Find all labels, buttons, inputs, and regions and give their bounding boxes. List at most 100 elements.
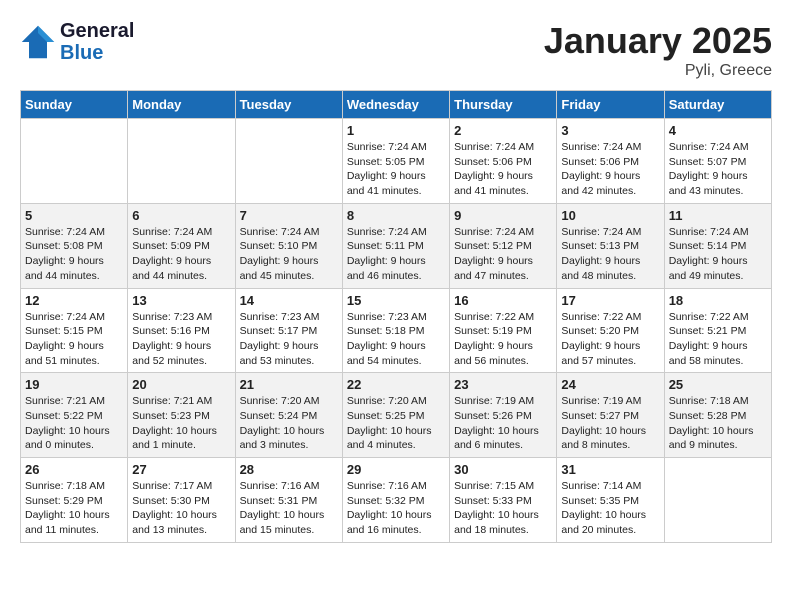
day-header-saturday: Saturday — [664, 91, 771, 119]
day-number: 16 — [454, 293, 552, 308]
day-number: 18 — [669, 293, 767, 308]
calendar-cell: 24Sunrise: 7:19 AM Sunset: 5:27 PM Dayli… — [557, 373, 664, 458]
calendar-cell: 11Sunrise: 7:24 AM Sunset: 5:14 PM Dayli… — [664, 203, 771, 288]
calendar-cell — [128, 119, 235, 204]
day-number: 30 — [454, 462, 552, 477]
day-content: Sunrise: 7:23 AM Sunset: 5:18 PM Dayligh… — [347, 310, 445, 369]
calendar-cell: 7 Sunrise: 7:24 AM Sunset: 5:10 PM Daylig… — [235, 203, 342, 288]
calendar-table: SundayMondayTuesdayWednesdayThursdayFrid… — [20, 90, 772, 543]
day-content: Sunrise: 7:24 AM Sunset: 5:10 PM Dayligh… — [240, 225, 338, 284]
page-container: General Blue January 2025 Pyli, Greece S… — [0, 0, 792, 553]
day-content: Sunrise: 7:24 AM Sunset: 5:07 PM Dayligh… — [669, 140, 767, 199]
day-content: Sunrise: 7:24 AM Sunset: 5:12 PM Dayligh… — [454, 225, 552, 284]
day-number: 8 — [347, 208, 445, 223]
calendar-header-row: SundayMondayTuesdayWednesdayThursdayFrid… — [21, 91, 772, 119]
day-number: 3 — [561, 123, 659, 138]
day-number: 10 — [561, 208, 659, 223]
calendar-week-row: 26 Sunrise: 7:18 AM Sunset: 5:29 PM Dayli… — [21, 458, 772, 543]
day-content: Sunrise: 7:17 AM Sunset: 5:30 PM Dayligh… — [132, 479, 230, 538]
calendar-cell: 19 Sunrise: 7:21 AM Sunset: 5:22 PM Dayli… — [21, 373, 128, 458]
day-header-tuesday: Tuesday — [235, 91, 342, 119]
day-content: Sunrise: 7:19 AM Sunset: 5:26 PM Dayligh… — [454, 394, 552, 453]
day-content: Sunrise: 7:22 AM Sunset: 5:21 PM Dayligh… — [669, 310, 767, 369]
calendar-cell: 27Sunrise: 7:17 AM Sunset: 5:30 PM Dayli… — [128, 458, 235, 543]
calendar-cell: 3 Sunrise: 7:24 AM Sunset: 5:06 PM Daylig… — [557, 119, 664, 204]
calendar-cell — [21, 119, 128, 204]
day-number: 7 — [240, 208, 338, 223]
day-number: 6 — [132, 208, 230, 223]
day-header-friday: Friday — [557, 91, 664, 119]
day-content: Sunrise: 7:24 AM Sunset: 5:08 PM Dayligh… — [25, 225, 123, 284]
day-number: 4 — [669, 123, 767, 138]
day-content: Sunrise: 7:21 AM Sunset: 5:22 PM Dayligh… — [25, 394, 123, 453]
calendar-cell: 2 Sunrise: 7:24 AM Sunset: 5:06 PM Daylig… — [450, 119, 557, 204]
day-content: Sunrise: 7:24 AM Sunset: 5:14 PM Dayligh… — [669, 225, 767, 284]
calendar-cell: 20Sunrise: 7:21 AM Sunset: 5:23 PM Dayli… — [128, 373, 235, 458]
day-content: Sunrise: 7:24 AM Sunset: 5:06 PM Dayligh… — [561, 140, 659, 199]
calendar-cell: 6Sunrise: 7:24 AM Sunset: 5:09 PM Daylig… — [128, 203, 235, 288]
calendar-week-row: 12 Sunrise: 7:24 AM Sunset: 5:15 PM Dayli… — [21, 288, 772, 373]
calendar-week-row: 5 Sunrise: 7:24 AM Sunset: 5:08 PM Daylig… — [21, 203, 772, 288]
day-content: Sunrise: 7:24 AM Sunset: 5:06 PM Dayligh… — [454, 140, 552, 199]
calendar-cell: 5 Sunrise: 7:24 AM Sunset: 5:08 PM Daylig… — [21, 203, 128, 288]
calendar-cell: 1 Sunrise: 7:24 AM Sunset: 5:05 PM Daylig… — [342, 119, 449, 204]
day-content: Sunrise: 7:24 AM Sunset: 5:05 PM Dayligh… — [347, 140, 445, 199]
calendar-cell: 15 Sunrise: 7:23 AM Sunset: 5:18 PM Dayli… — [342, 288, 449, 373]
day-number: 19 — [25, 377, 123, 392]
day-content: Sunrise: 7:18 AM Sunset: 5:29 PM Dayligh… — [25, 479, 123, 538]
day-number: 28 — [240, 462, 338, 477]
calendar-cell: 22Sunrise: 7:20 AM Sunset: 5:25 PM Dayli… — [342, 373, 449, 458]
day-content: Sunrise: 7:16 AM Sunset: 5:31 PM Dayligh… — [240, 479, 338, 538]
day-content: Sunrise: 7:16 AM Sunset: 5:32 PM Dayligh… — [347, 479, 445, 538]
day-number: 17 — [561, 293, 659, 308]
calendar-cell: 21Sunrise: 7:20 AM Sunset: 5:24 PM Dayli… — [235, 373, 342, 458]
page-header: General Blue January 2025 Pyli, Greece — [20, 20, 772, 80]
day-content: Sunrise: 7:18 AM Sunset: 5:28 PM Dayligh… — [669, 394, 767, 453]
day-number: 15 — [347, 293, 445, 308]
calendar-cell — [664, 458, 771, 543]
calendar-cell: 17 Sunrise: 7:22 AM Sunset: 5:20 PM Dayli… — [557, 288, 664, 373]
calendar-cell: 25Sunrise: 7:18 AM Sunset: 5:28 PM Dayli… — [664, 373, 771, 458]
day-header-sunday: Sunday — [21, 91, 128, 119]
month-year-title: January 2025 — [544, 20, 772, 62]
day-header-wednesday: Wednesday — [342, 91, 449, 119]
calendar-cell: 9 Sunrise: 7:24 AM Sunset: 5:12 PM Daylig… — [450, 203, 557, 288]
day-content: Sunrise: 7:22 AM Sunset: 5:19 PM Dayligh… — [454, 310, 552, 369]
calendar-cell: 29 Sunrise: 7:16 AM Sunset: 5:32 PM Dayli… — [342, 458, 449, 543]
calendar-cell: 18 Sunrise: 7:22 AM Sunset: 5:21 PM Dayli… — [664, 288, 771, 373]
day-number: 24 — [561, 377, 659, 392]
day-number: 9 — [454, 208, 552, 223]
calendar-cell: 8Sunrise: 7:24 AM Sunset: 5:11 PM Daylig… — [342, 203, 449, 288]
calendar-cell: 26 Sunrise: 7:18 AM Sunset: 5:29 PM Dayli… — [21, 458, 128, 543]
day-number: 14 — [240, 293, 338, 308]
title-block: January 2025 Pyli, Greece — [544, 20, 772, 80]
calendar-cell — [235, 119, 342, 204]
day-number: 12 — [25, 293, 123, 308]
calendar-cell: 16 Sunrise: 7:22 AM Sunset: 5:19 PM Dayli… — [450, 288, 557, 373]
day-number: 5 — [25, 208, 123, 223]
day-number: 2 — [454, 123, 552, 138]
day-content: Sunrise: 7:24 AM Sunset: 5:15 PM Dayligh… — [25, 310, 123, 369]
day-number: 26 — [25, 462, 123, 477]
day-content: Sunrise: 7:23 AM Sunset: 5:16 PM Dayligh… — [132, 310, 230, 369]
calendar-week-row: 1 Sunrise: 7:24 AM Sunset: 5:05 PM Daylig… — [21, 119, 772, 204]
calendar-cell: 4 Sunrise: 7:24 AM Sunset: 5:07 PM Daylig… — [664, 119, 771, 204]
day-number: 31 — [561, 462, 659, 477]
day-content: Sunrise: 7:22 AM Sunset: 5:20 PM Dayligh… — [561, 310, 659, 369]
day-number: 23 — [454, 377, 552, 392]
logo: General Blue — [20, 20, 134, 64]
day-content: Sunrise: 7:21 AM Sunset: 5:23 PM Dayligh… — [132, 394, 230, 453]
day-number: 13 — [132, 293, 230, 308]
day-number: 29 — [347, 462, 445, 477]
calendar-week-row: 19 Sunrise: 7:21 AM Sunset: 5:22 PM Dayli… — [21, 373, 772, 458]
location-subtitle: Pyli, Greece — [544, 62, 772, 80]
day-header-monday: Monday — [128, 91, 235, 119]
calendar-cell: 23 Sunrise: 7:19 AM Sunset: 5:26 PM Dayli… — [450, 373, 557, 458]
calendar-cell: 12 Sunrise: 7:24 AM Sunset: 5:15 PM Dayli… — [21, 288, 128, 373]
calendar-cell: 31Sunrise: 7:14 AM Sunset: 5:35 PM Dayli… — [557, 458, 664, 543]
day-content: Sunrise: 7:20 AM Sunset: 5:25 PM Dayligh… — [347, 394, 445, 453]
day-content: Sunrise: 7:20 AM Sunset: 5:24 PM Dayligh… — [240, 394, 338, 453]
day-header-thursday: Thursday — [450, 91, 557, 119]
logo-icon — [20, 24, 56, 60]
day-number: 1 — [347, 123, 445, 138]
